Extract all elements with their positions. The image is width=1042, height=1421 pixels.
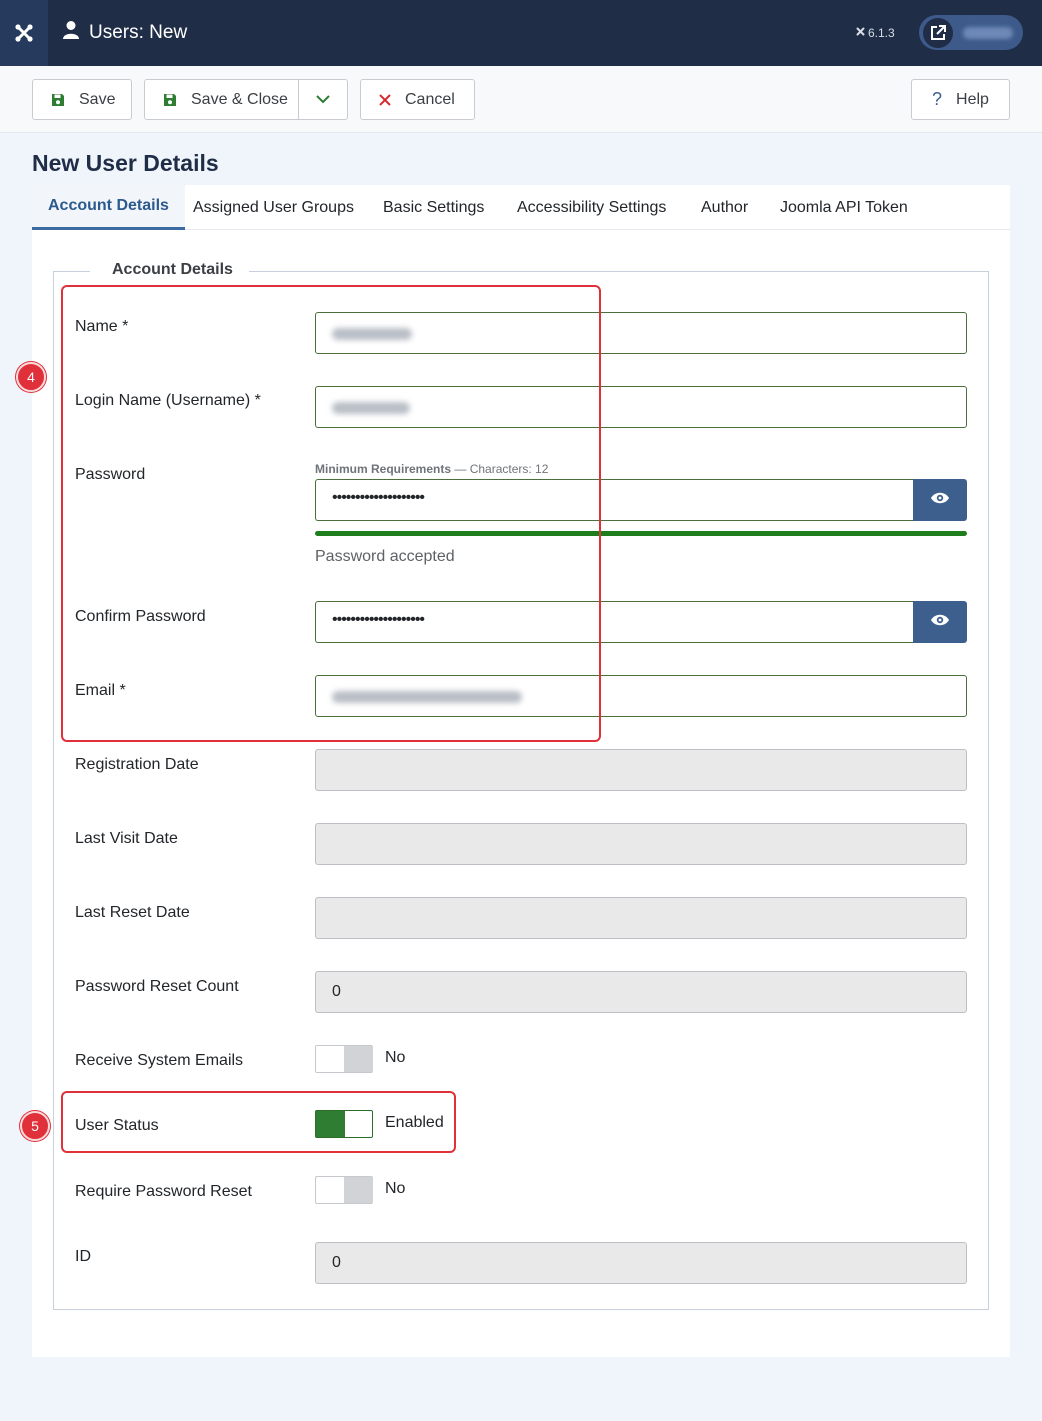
- joomla-logo-icon[interactable]: [0, 0, 48, 66]
- registration-date-field: [315, 749, 967, 791]
- last-visit-date-label: Last Visit Date: [75, 830, 178, 847]
- fieldset-legend: Account Details: [90, 261, 249, 279]
- save-icon: [163, 93, 177, 107]
- help-button[interactable]: ? Help: [911, 79, 1010, 120]
- toggle-knob: [344, 1177, 373, 1203]
- tab-bar: Account Details Assigned User Groups Bas…: [32, 185, 1010, 230]
- password-reset-count-label: Password Reset Count: [75, 978, 239, 995]
- external-link-icon[interactable]: [923, 17, 953, 48]
- last-reset-date-label: Last Reset Date: [75, 904, 190, 921]
- tab-author[interactable]: Author: [701, 185, 748, 230]
- question-icon: ?: [932, 89, 943, 109]
- top-header: Users: New 6.1.3: [0, 0, 1042, 66]
- annotation-badge-4: 4: [16, 362, 46, 392]
- receive-system-emails-value: No: [385, 1049, 406, 1066]
- password-reset-count-value: 0: [332, 983, 341, 1000]
- save-close-button-label: Save & Close: [191, 90, 288, 108]
- id-field: 0: [315, 1242, 967, 1284]
- save-options-dropdown[interactable]: [298, 79, 348, 120]
- tab-basic-settings[interactable]: Basic Settings: [383, 185, 484, 230]
- save-icon: [51, 93, 65, 107]
- eye-icon: [930, 613, 950, 632]
- tab-assigned-user-groups[interactable]: Assigned User Groups: [193, 185, 354, 230]
- save-close-button[interactable]: Save & Close: [144, 79, 299, 120]
- user-name-blurred: [963, 26, 1013, 39]
- help-button-label: Help: [956, 90, 989, 108]
- version-text: 6.1.3: [868, 26, 895, 40]
- id-label: ID: [75, 1248, 91, 1265]
- tab-accessibility-settings[interactable]: Accessibility Settings: [517, 185, 666, 230]
- tab-joomla-api-token[interactable]: Joomla API Token: [780, 185, 908, 230]
- annotation-box-user-status: [61, 1091, 456, 1153]
- version-indicator: 6.1.3: [855, 26, 895, 40]
- chevron-down-icon: [316, 95, 330, 104]
- tab-account-details[interactable]: Account Details: [32, 185, 185, 230]
- id-value: 0: [332, 1254, 341, 1271]
- require-password-reset-label: Require Password Reset: [75, 1183, 252, 1200]
- show-confirm-password-button[interactable]: [913, 601, 967, 643]
- password-reset-count-field: 0: [315, 971, 967, 1013]
- user-icon: [62, 20, 80, 46]
- close-icon: [379, 93, 391, 106]
- user-menu-button[interactable]: [919, 15, 1023, 50]
- toolbar: Save Save & Close Cancel ? Help: [0, 66, 1042, 133]
- page-heading: New User Details: [32, 150, 219, 176]
- annotation-badge-5: 5: [20, 1111, 50, 1141]
- last-visit-date-field: [315, 823, 967, 865]
- page-title: Users: New: [62, 20, 187, 46]
- eye-icon: [930, 491, 950, 510]
- registration-date-label: Registration Date: [75, 756, 199, 773]
- page-title-text: Users: New: [89, 22, 188, 43]
- require-password-reset-toggle[interactable]: [315, 1176, 373, 1204]
- last-reset-date-field: [315, 897, 967, 939]
- annotation-box-account-fields: [61, 285, 601, 742]
- save-button-label: Save: [79, 90, 116, 108]
- cancel-button[interactable]: Cancel: [360, 79, 475, 120]
- receive-system-emails-label: Receive System Emails: [75, 1052, 244, 1069]
- receive-system-emails-toggle[interactable]: [315, 1045, 373, 1073]
- toggle-knob: [344, 1046, 373, 1072]
- require-password-reset-value: No: [385, 1180, 406, 1197]
- cancel-button-label: Cancel: [405, 90, 455, 108]
- joomla-small-icon: [855, 26, 866, 40]
- save-button[interactable]: Save: [32, 79, 132, 120]
- show-password-button[interactable]: [913, 479, 967, 521]
